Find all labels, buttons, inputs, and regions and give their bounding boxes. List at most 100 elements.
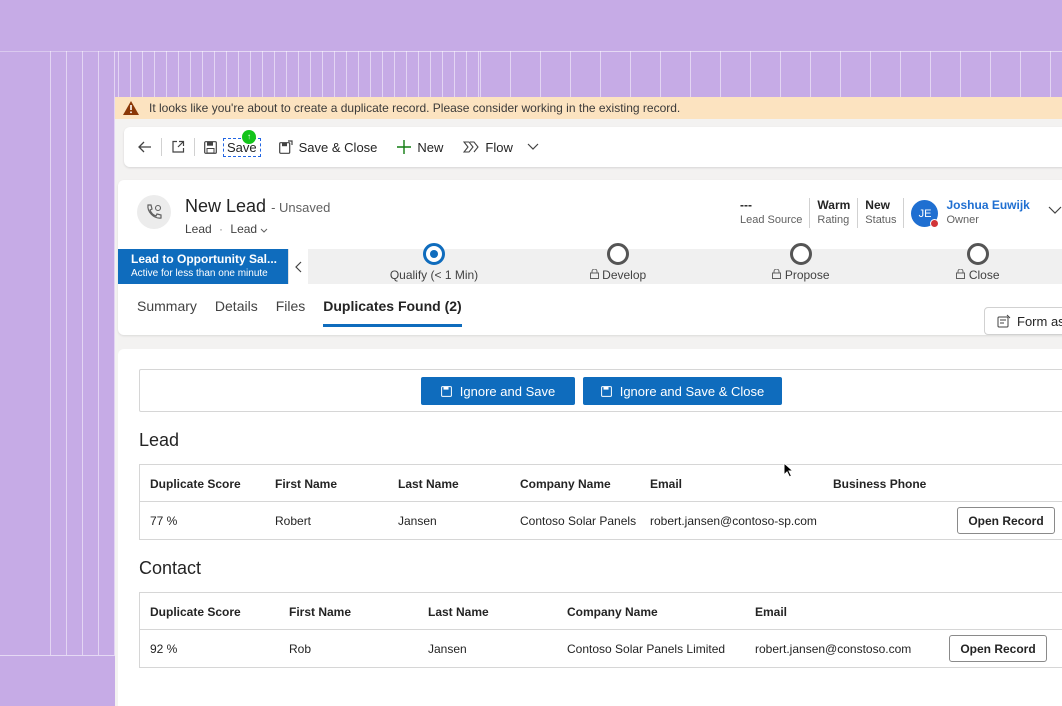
save-icon [440, 385, 452, 397]
chevron-left-icon [295, 261, 302, 272]
toolbar-divider [161, 138, 162, 156]
open-record-button[interactable]: Open Record [949, 635, 1047, 662]
owner-name[interactable]: Joshua Euwijk [946, 198, 1029, 212]
first-name: Rob [289, 642, 312, 656]
back-button[interactable] [138, 141, 152, 153]
header-expand-button[interactable] [1048, 202, 1062, 217]
warning-icon [123, 101, 139, 115]
new-label: New [417, 139, 444, 155]
background-grid-line [50, 51, 51, 655]
owner-field[interactable]: JE Joshua Euwijk Owner [904, 198, 1030, 228]
save-close-icon [278, 140, 293, 154]
process-name-flyout[interactable]: Lead to Opportunity Sal... Active for le… [118, 249, 288, 284]
stage-qualify-label: Qualify (< 1 Min) [389, 268, 479, 282]
business-process-flow: Lead to Opportunity Sal... Active for le… [118, 243, 1062, 284]
chevron-down-icon [1048, 206, 1062, 214]
cursor-badge: ↑ [242, 129, 256, 144]
lead-duplicates-grid: Duplicate Score First Name Last Name Com… [139, 464, 1062, 540]
flow-dropdown-button[interactable] [527, 143, 539, 151]
stage-circle-icon [790, 243, 812, 265]
owner-label: Owner [946, 214, 979, 226]
stage-close-label: Close [948, 268, 1008, 282]
flow-icon [463, 141, 480, 153]
open-new-window-icon [172, 140, 185, 153]
phone-gear-icon [147, 204, 162, 219]
company-name: Contoso Solar Panels Limited [567, 642, 726, 656]
stage-develop[interactable]: Develop [578, 243, 658, 282]
header-field-status[interactable]: New Status [858, 198, 905, 228]
column-header: First Name [275, 477, 338, 491]
lock-icon [772, 268, 782, 279]
first-name: Robert [275, 514, 312, 528]
lead-section-title: Lead [139, 430, 180, 450]
entity-name: Lead [185, 222, 212, 236]
save-and-close-button[interactable]: Save & Close [278, 140, 377, 155]
column-header: Duplicate Score [150, 477, 241, 491]
record-header: New Lead - Unsaved Lead · Lead --- Lead … [118, 180, 1062, 335]
process-duration: Active for less than one minute [131, 268, 268, 279]
lock-icon [589, 268, 599, 279]
flow-button[interactable]: Flow [463, 139, 513, 155]
column-header: Company Name [567, 605, 658, 619]
duplicate-score: 77 % [150, 514, 178, 528]
column-header: Company Name [520, 477, 611, 491]
background-grid-line [66, 51, 67, 655]
stage-circle-icon [607, 243, 629, 265]
duplicates-panel: Ignore and Save Ignore and Save & Close … [118, 349, 1062, 706]
header-field-rating[interactable]: Warm Rating [810, 198, 859, 228]
ignore-and-save-close-button[interactable]: Ignore and Save & Close [583, 377, 782, 405]
column-header: First Name [289, 605, 352, 619]
ignore-and-save-button[interactable]: Ignore and Save [421, 377, 575, 405]
stage-close[interactable]: Close [948, 243, 1008, 282]
column-header: Duplicate Score [150, 605, 241, 619]
column-header: Email [755, 605, 788, 619]
flow-label: Flow [485, 139, 513, 155]
last-name: Jansen [398, 514, 437, 528]
subtitle-separator: · [219, 222, 224, 236]
lead-source-value: --- [740, 198, 752, 212]
status-value: New [865, 198, 890, 212]
duplicate-score: 92 % [150, 642, 178, 656]
duplicate-actions: Ignore and Save Ignore and Save & Close [139, 369, 1062, 412]
stage-propose-label: Propose [761, 268, 841, 282]
stage-qualify[interactable]: Qualify (< 1 Min) [374, 243, 494, 282]
ignore-and-save-close-label: Ignore and Save & Close [619, 383, 765, 399]
form-assist-icon [997, 314, 1011, 328]
grid-header: Duplicate Score First Name Last Name Com… [140, 465, 1062, 502]
toolbar-divider [194, 138, 195, 156]
grid-header: Duplicate Score First Name Last Name Com… [140, 593, 1062, 630]
tab-summary[interactable]: Summary [137, 298, 197, 327]
unsaved-indicator: - Unsaved [271, 200, 331, 215]
command-bar: Save ↑ Save & Close New Flow [124, 127, 1062, 167]
stage-active-icon [423, 243, 445, 265]
record-title: New Lead - Unsaved [185, 196, 330, 217]
open-in-new-window-button[interactable] [171, 140, 185, 154]
header-field-lead-source[interactable]: --- Lead Source [733, 198, 811, 228]
chevron-down-icon [527, 143, 539, 150]
tab-details[interactable]: Details [215, 298, 258, 327]
owner-initials: JE [918, 207, 932, 220]
stage-develop-text: Develop [602, 268, 647, 282]
tab-files[interactable]: Files [276, 298, 306, 327]
email: robert.jansen@constoso.com [755, 642, 912, 656]
open-record-button[interactable]: Open Record [957, 507, 1055, 534]
presence-status-icon [930, 219, 940, 228]
lock-icon [956, 268, 966, 279]
tab-duplicates-found[interactable]: Duplicates Found (2) [323, 298, 462, 327]
column-header: Business Phone [833, 477, 927, 491]
record-title-text: New Lead [185, 196, 267, 216]
form-selector[interactable]: Lead [230, 222, 268, 236]
background-line-top [0, 51, 1062, 52]
save-button[interactable]: Save ↑ [204, 129, 261, 157]
chevron-down-icon [261, 228, 268, 233]
background-grid-line [98, 51, 99, 655]
stage-circle-icon [967, 243, 989, 265]
previous-stage-button[interactable] [288, 249, 308, 284]
stage-propose[interactable]: Propose [761, 243, 841, 282]
background-grid-line [82, 51, 83, 655]
stage-develop-label: Develop [578, 268, 658, 282]
form-name: Lead [230, 222, 258, 236]
form-assist-button[interactable]: Form ass [984, 307, 1062, 335]
ignore-and-save-label: Ignore and Save [459, 383, 556, 399]
new-button[interactable]: New [397, 140, 443, 155]
